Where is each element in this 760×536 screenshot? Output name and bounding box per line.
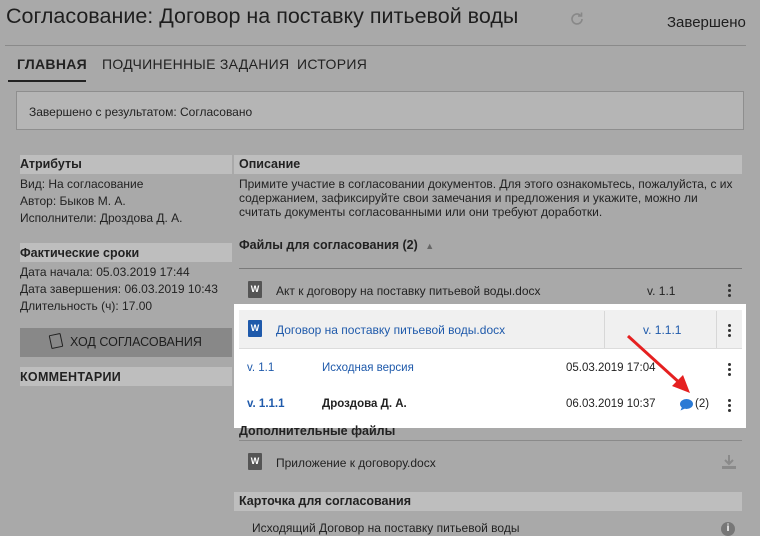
download-icon[interactable] — [721, 454, 737, 470]
column-separator — [604, 311, 605, 348]
header-divider — [5, 45, 746, 46]
description-text: Примите участие в согласовании документо… — [239, 177, 733, 219]
word-doc-icon: W — [248, 453, 262, 470]
more-options-icon[interactable] — [728, 361, 732, 378]
more-options-icon[interactable] — [728, 282, 732, 299]
version-number-link[interactable]: v. 1.1.1 — [247, 398, 285, 410]
refresh-icon[interactable] — [569, 11, 585, 27]
comments-heading[interactable]: КОММЕНТАРИИ — [20, 370, 121, 384]
file-name-link[interactable]: Договор на поставку питьевой воды.docx — [276, 323, 505, 337]
date-start: Дата начала: 05.03.2019 17:44 — [20, 265, 190, 279]
more-options-icon[interactable] — [728, 322, 732, 339]
attr-performers: Исполнители: Дроздова Д. А. — [20, 211, 183, 225]
approval-progress-label: ХОД СОГЛАСОВАНИЯ — [70, 335, 202, 349]
tab-main[interactable]: ГЛАВНАЯ — [17, 56, 87, 72]
duration: Длительность (ч): 17.00 — [20, 299, 153, 313]
page-title: Согласование: Договор на поставку питьев… — [6, 4, 519, 28]
files-divider — [239, 268, 742, 269]
file-name-link[interactable]: Акт к договору на поставку питьевой воды… — [276, 284, 541, 298]
column-separator — [716, 311, 717, 348]
clipboard-icon — [48, 332, 64, 350]
more-options-icon[interactable] — [728, 397, 732, 414]
attr-author: Автор: Быков М. А. — [20, 194, 126, 208]
chevron-up-icon: ▲ — [425, 241, 435, 251]
files-heading[interactable]: Файлы для согласования (2) ▲ — [239, 238, 434, 252]
additional-files-heading: Дополнительные файлы — [239, 424, 396, 438]
version-description-link[interactable]: Исходная версия — [322, 362, 414, 374]
tab-history[interactable]: ИСТОРИЯ — [297, 56, 367, 72]
word-doc-icon: W — [248, 320, 262, 337]
version-number-link[interactable]: v. 1.1 — [247, 362, 274, 374]
tab-subtasks[interactable]: ПОДЧИНЕННЫЕ ЗАДАНИЯ — [102, 56, 289, 72]
info-icon[interactable]: i — [721, 522, 735, 536]
result-banner: Завершено с результатом: Согласовано — [16, 91, 744, 130]
attributes-heading: Атрибуты — [20, 157, 82, 171]
date-end: Дата завершения: 06.03.2019 10:43 — [20, 282, 218, 296]
additional-divider — [239, 440, 742, 441]
approval-progress-button[interactable]: ХОД СОГЛАСОВАНИЯ — [20, 328, 232, 357]
file-version[interactable]: v. 1.1 — [647, 284, 675, 298]
description-heading: Описание — [234, 155, 742, 174]
card-heading: Карточка для согласования — [239, 494, 412, 508]
attr-kind: Вид: На согласование — [20, 177, 144, 191]
version-author: Дроздова Д. А. — [322, 398, 407, 410]
annotation-arrow-icon — [626, 334, 690, 393]
active-tab-indicator — [8, 80, 86, 82]
additional-file-name[interactable]: Приложение к договору.docx — [276, 456, 436, 470]
dates-heading: Фактические сроки — [20, 246, 140, 260]
word-doc-icon: W — [248, 281, 262, 298]
status-label: Завершено — [667, 14, 746, 31]
